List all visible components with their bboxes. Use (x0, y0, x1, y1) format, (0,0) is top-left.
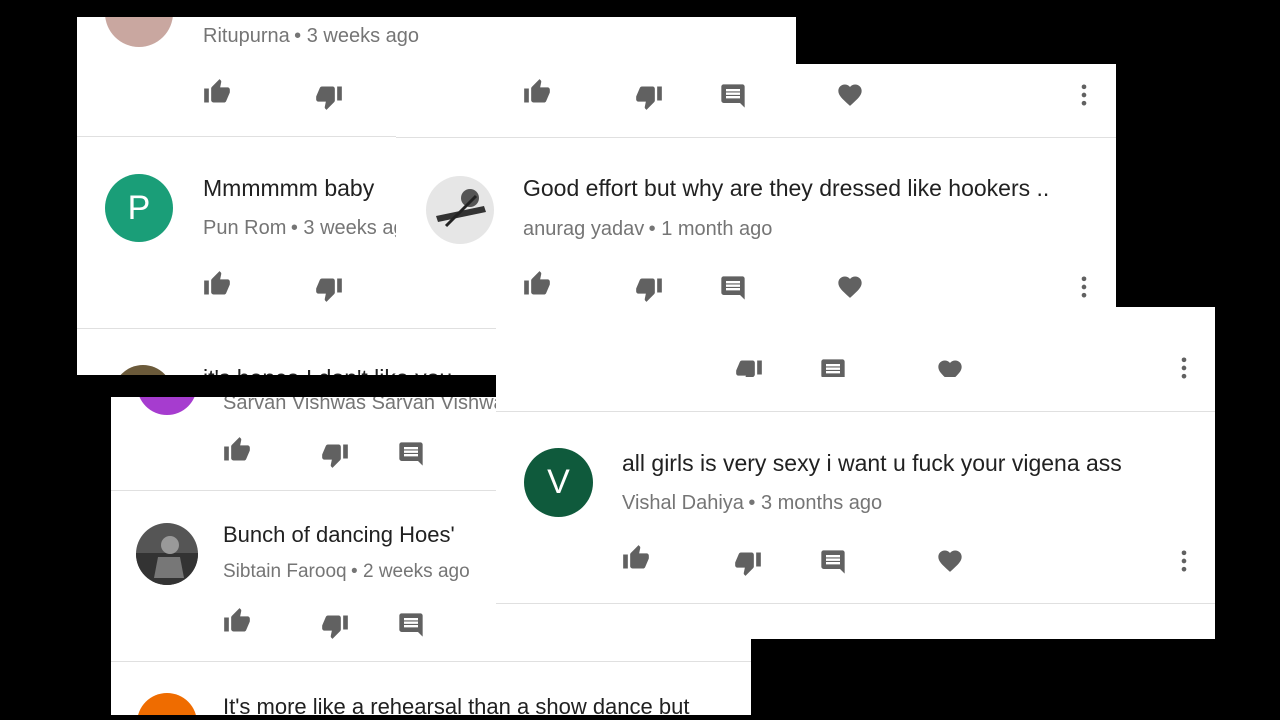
comment-author[interactable]: Vishal Dahiya (622, 492, 744, 514)
meta-separator: • (648, 218, 662, 240)
comment-author[interactable]: Ritupurna (203, 25, 290, 47)
comment-time: 3 months ago (760, 492, 883, 514)
avatar-letter: P (127, 188, 151, 227)
comment-meta: Ritupurna • 3 weeks ago (203, 25, 419, 48)
thumb-up-icon[interactable] (622, 544, 650, 572)
thumb-down-icon[interactable] (315, 83, 343, 111)
reply-icon[interactable] (819, 548, 847, 576)
comment-time: 2 weeks ago (362, 561, 470, 582)
divider (496, 603, 1215, 604)
reply-icon[interactable] (397, 440, 425, 468)
comment-author[interactable]: Pun Rom (203, 217, 286, 239)
thumb-up-icon[interactable] (523, 270, 551, 298)
avatar-letter: V (547, 463, 570, 501)
reply-icon[interactable] (819, 357, 847, 377)
comment-text: all girls is very sexy i want u fuck you… (622, 450, 1122, 476)
divider (396, 137, 1116, 138)
avatar[interactable] (105, 17, 173, 47)
reply-icon[interactable] (719, 274, 747, 302)
avatar[interactable] (137, 397, 197, 415)
comment-meta: Pun Rom • 3 weeks ago (203, 217, 416, 240)
avatar[interactable]: V (524, 448, 593, 517)
divider (496, 411, 1215, 412)
heart-icon[interactable] (936, 547, 964, 575)
avatar[interactable]: P (105, 174, 173, 242)
comments-panel-4: V all girls is very sexy i want u fuck y… (496, 307, 1215, 639)
thumb-up-icon[interactable] (203, 270, 231, 298)
heart-icon[interactable] (836, 81, 864, 109)
comments-panel-2: Good effort but why are they dressed lik… (396, 64, 1116, 328)
comment-meta: Vishal Dahiya • 3 months ago (622, 492, 882, 515)
thumb-up-icon[interactable] (523, 78, 551, 106)
comment-time: 1 month ago (661, 218, 773, 240)
avatar[interactable] (426, 176, 494, 244)
avatar[interactable] (137, 693, 197, 715)
thumb-down-icon[interactable] (735, 357, 763, 377)
comment-author[interactable]: anurag yadav (523, 218, 644, 240)
comment-text: it's hence I don't like you (203, 365, 452, 375)
meta-separator: • (351, 561, 363, 582)
thumb-down-icon[interactable] (315, 275, 343, 303)
thumb-down-icon[interactable] (635, 83, 663, 111)
comment-text: It's more like a rehearsal than a show d… (223, 694, 690, 715)
thumb-down-icon[interactable] (321, 441, 349, 469)
thumb-down-icon[interactable] (321, 612, 349, 640)
more-vert-icon[interactable] (1170, 547, 1198, 575)
more-vert-icon[interactable] (1070, 81, 1098, 109)
thumb-up-icon[interactable] (203, 78, 231, 106)
avatar[interactable] (136, 523, 198, 585)
more-vert-icon[interactable] (1070, 273, 1098, 301)
comment-text: Bunch of dancing Hoes' (223, 522, 455, 547)
divider (111, 661, 751, 662)
comment-text: Mmmmmm baby (203, 175, 375, 201)
comment-text: Good effort but why are they dressed lik… (523, 175, 1050, 201)
avatar[interactable] (113, 365, 173, 375)
heart-icon[interactable] (936, 357, 964, 377)
comment-meta: Sibtain Farooq • 2 weeks ago (223, 561, 470, 583)
comment-author[interactable]: Sibtain Farooq (223, 561, 347, 582)
thumb-down-icon[interactable] (734, 549, 762, 577)
heart-icon[interactable] (836, 273, 864, 301)
meta-separator: • (748, 492, 761, 514)
comment-meta: anurag yadav • 1 month ago (523, 218, 772, 241)
thumb-down-icon[interactable] (635, 275, 663, 303)
avatar-photo (136, 536, 198, 585)
icon-row-partial (496, 307, 1215, 377)
reply-icon[interactable] (397, 611, 425, 639)
thumb-up-icon[interactable] (223, 607, 251, 635)
meta-separator: • (290, 217, 304, 239)
avatar-photo (436, 189, 486, 228)
comment-time: 3 weeks ago (306, 25, 420, 47)
meta-separator: • (294, 25, 307, 47)
comment-author[interactable]: Sarvan Vishwas Sarvan Vishwas (223, 397, 515, 415)
reply-icon[interactable] (719, 82, 747, 110)
thumb-up-icon[interactable] (223, 436, 251, 464)
